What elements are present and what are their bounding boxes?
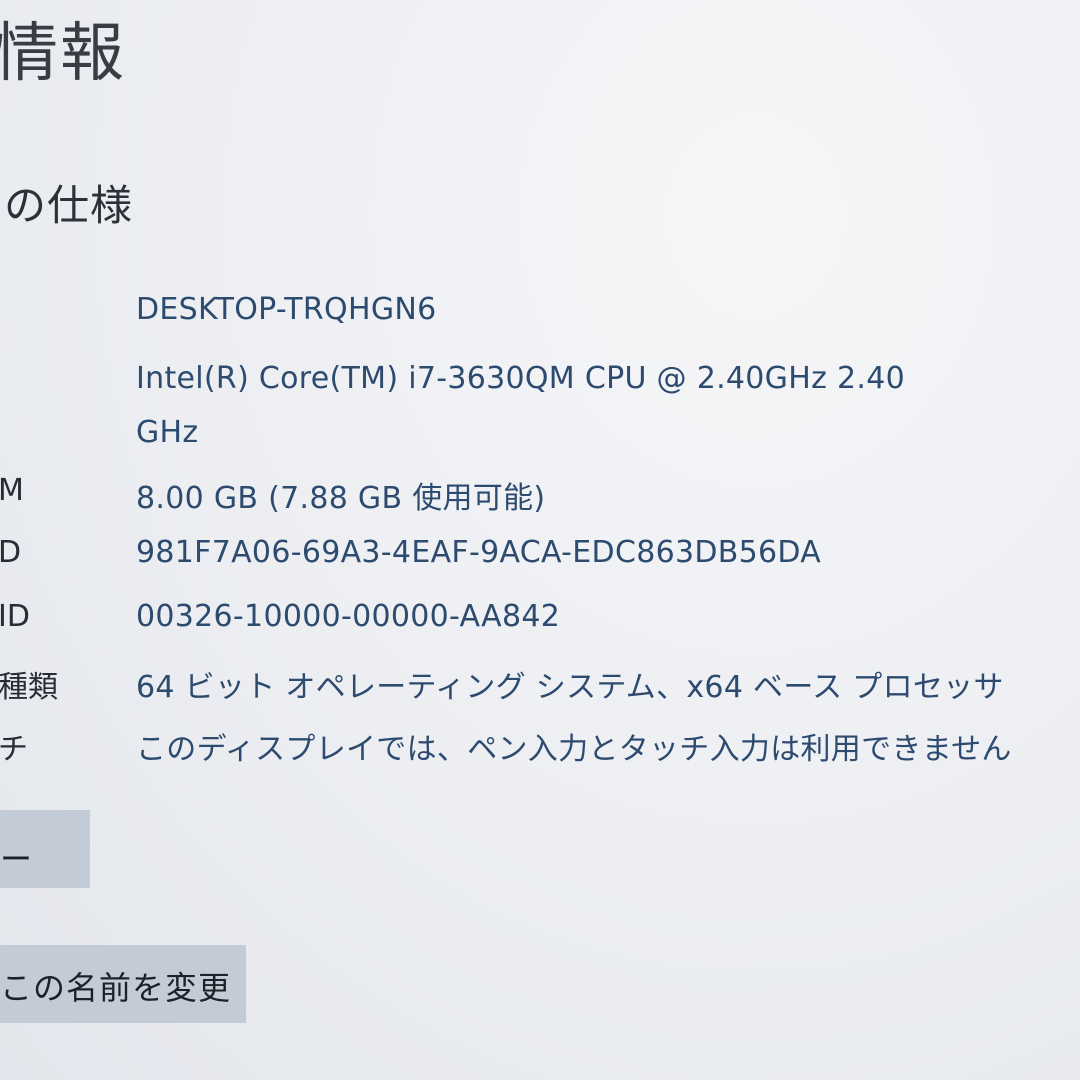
rename-pc-button[interactable]: この名前を変更 xyxy=(0,945,246,1023)
processor-value: Intel(R) Core(TM) i7-3630QM CPU @ 2.40GH… xyxy=(136,361,905,450)
page-title: 情報 xyxy=(0,17,126,91)
pen-touch-label: チ xyxy=(0,732,28,767)
device-specs-heading: の仕様 xyxy=(4,181,134,230)
ram-value: 8.00 GB (7.88 GB 使用可能) xyxy=(136,481,546,516)
product-id-value: 00326-10000-00000-AA842 xyxy=(136,599,561,634)
pen-touch-value: このディスプレイでは、ペン入力とタッチ入力は利用できません xyxy=(136,732,1012,767)
device-id-label: D xyxy=(0,535,22,570)
ram-label: M xyxy=(0,473,24,508)
copy-button[interactable]: ー xyxy=(0,810,90,888)
system-type-value: 64 ビット オペレーティング システム、x64 ベース プロセッサ xyxy=(136,670,1004,705)
system-type-label: 種類 xyxy=(0,670,58,705)
product-id-label: ID xyxy=(0,599,30,634)
device-id-value: 981F7A06-69A3-4EAF-9ACA-EDC863DB56DA xyxy=(136,535,822,570)
device-name-value: DESKTOP-TRQHGN6 xyxy=(136,292,437,327)
